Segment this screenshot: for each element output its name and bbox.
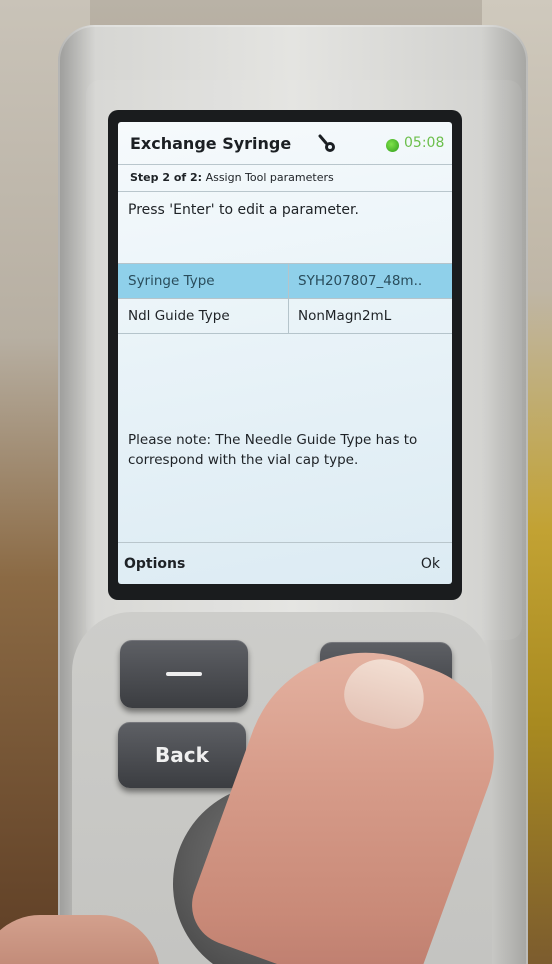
screen-title: Exchange Syringe <box>130 133 292 153</box>
step-bar: Step 2 of 2: Assign Tool parameters <box>118 164 452 192</box>
softkey-ok[interactable]: Ok <box>421 556 440 572</box>
device-screen: Exchange Syringe 05:08 Step 2 of 2: Assi… <box>118 122 452 584</box>
step-description: Assign Tool parameters <box>205 171 334 184</box>
param-value: NonMagn2mL <box>298 308 392 324</box>
clock: 05:08 <box>404 135 445 151</box>
softkey-options[interactable]: Options <box>124 556 185 572</box>
minus-icon <box>166 672 202 676</box>
param-row-syringe-type[interactable]: Syringe Type SYH207807_48m.. <box>118 264 452 299</box>
param-row-ndl-guide-type[interactable]: Ndl Guide Type NonMagn2mL <box>118 299 452 334</box>
title-bar: Exchange Syringe <box>118 122 452 164</box>
parameter-table: Syringe Type SYH207807_48m.. Ndl Guide T… <box>118 263 452 334</box>
softkey-bar: Options Ok <box>118 542 452 584</box>
step-label: Step 2 of 2: <box>130 171 203 184</box>
back-label: Back <box>155 743 209 767</box>
wrench-icon <box>318 134 335 152</box>
note-text: Please note: The Needle Guide Type has t… <box>128 432 418 468</box>
param-name: Syringe Type <box>118 264 289 298</box>
param-name: Ndl Guide Type <box>118 299 289 333</box>
instruction-text: Press 'Enter' to edit a parameter. <box>128 202 359 218</box>
status-icon <box>386 139 399 152</box>
minus-key[interactable] <box>120 640 248 708</box>
param-value: SYH207807_48m.. <box>298 273 423 289</box>
back-button[interactable]: Back <box>118 722 246 788</box>
